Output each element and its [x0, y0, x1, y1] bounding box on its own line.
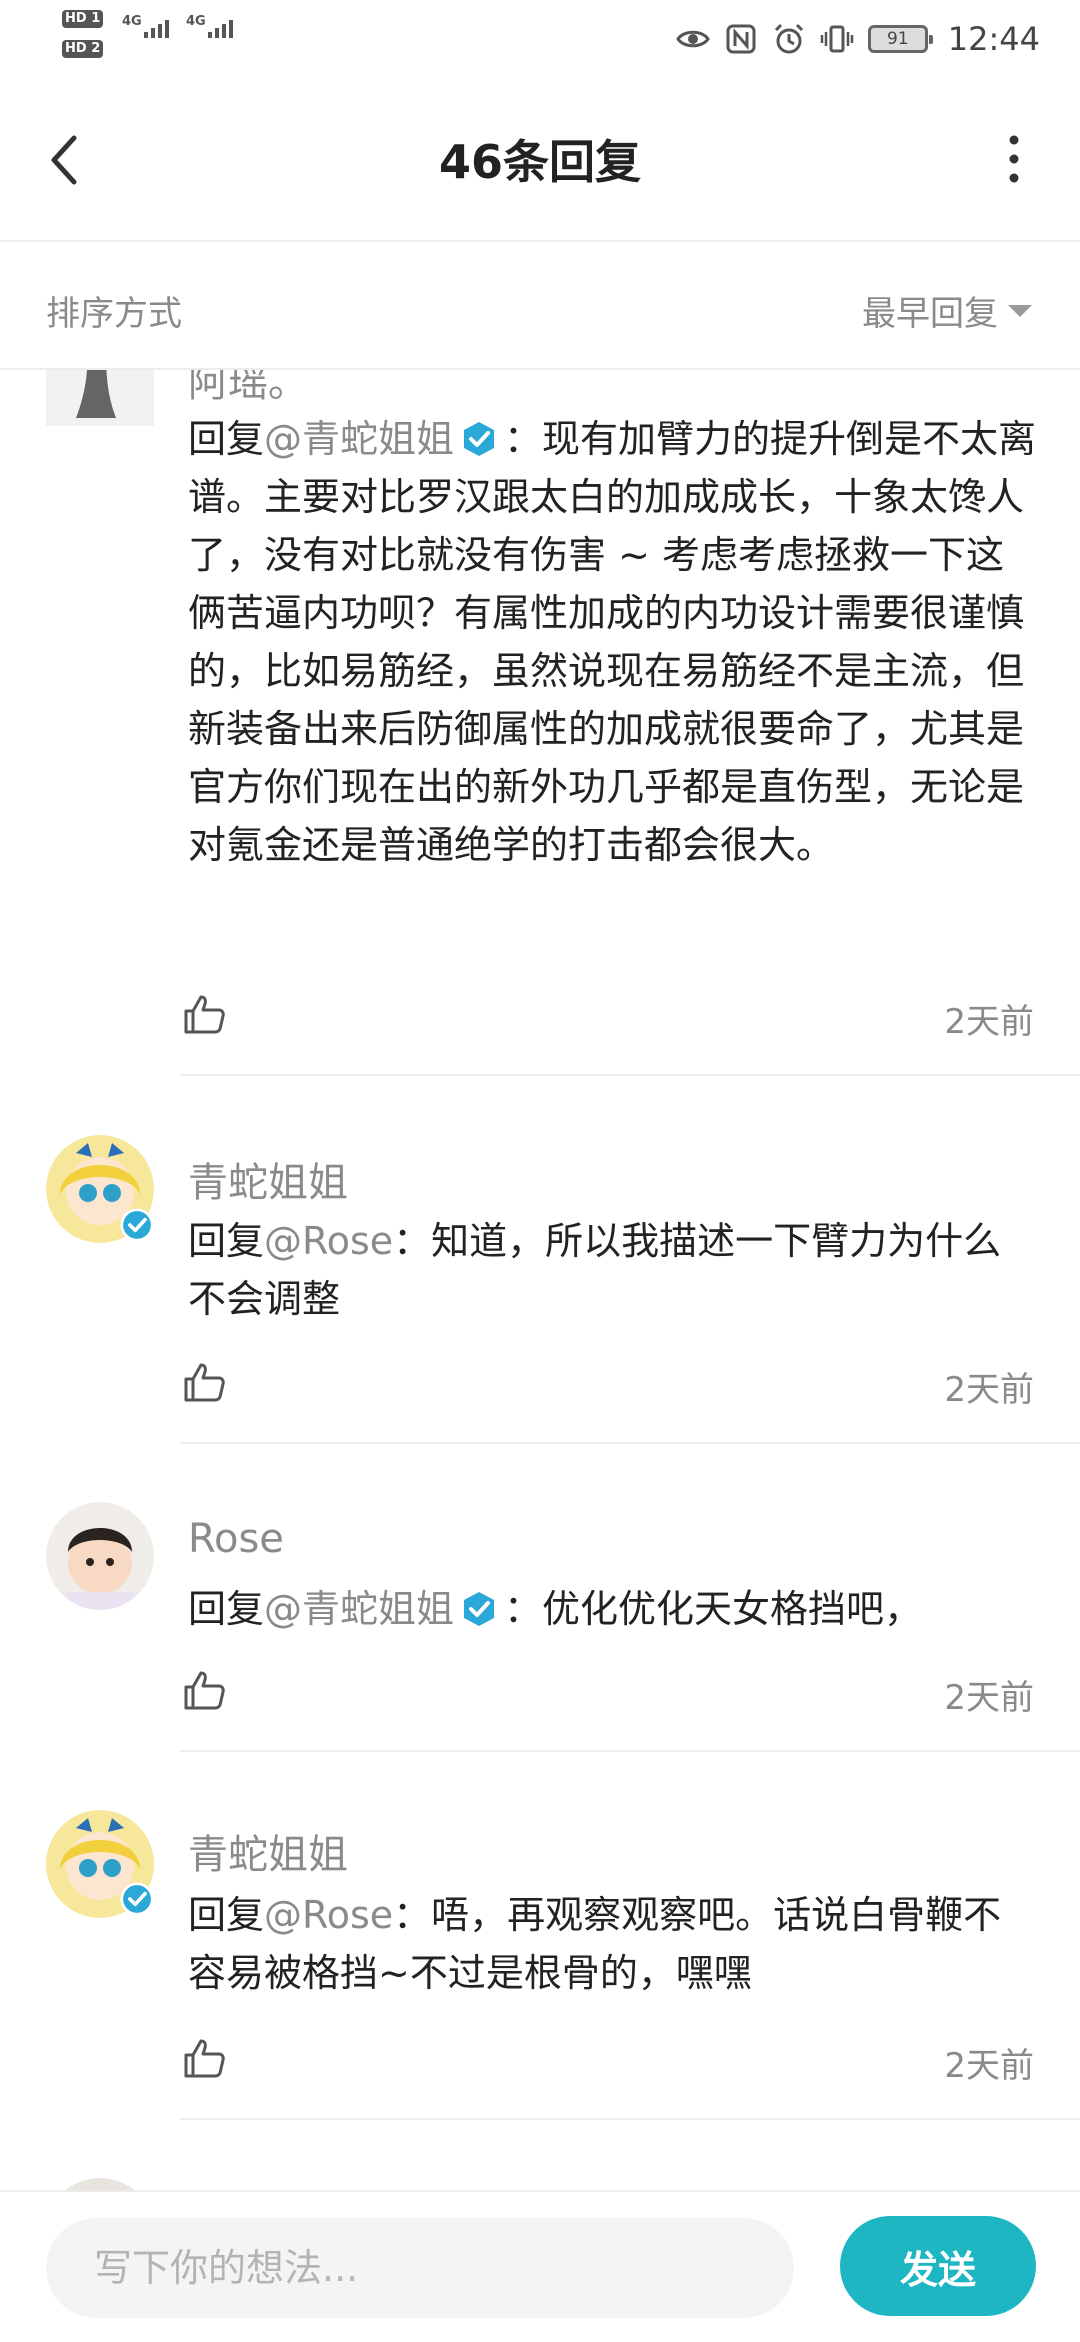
sim2-signal-icon	[208, 14, 233, 38]
sim2-badge: HD 2	[62, 40, 104, 58]
verified-badge-icon	[120, 1208, 154, 1242]
reply-prefix: 回复	[188, 1893, 265, 1937]
reply-body: ：优化优化天女格挡吧，	[504, 1587, 923, 1631]
mention-link[interactable]: @Rose	[264, 1893, 393, 1937]
thumbs-up-icon[interactable]	[182, 2036, 226, 2080]
sim1-badge: HD 1	[62, 10, 104, 28]
divider	[180, 1750, 1080, 1752]
username[interactable]: Rose	[188, 1516, 284, 1562]
eye-icon	[675, 30, 710, 48]
reply-time: 2天前	[944, 2046, 1034, 2086]
thumbs-up-icon[interactable]	[182, 1668, 226, 1712]
avatar-image	[46, 1502, 154, 1610]
battery-icon: 91	[867, 25, 933, 53]
reply-input[interactable]	[46, 2218, 794, 2318]
avatar[interactable]	[46, 1502, 154, 1610]
sim1-network: 4G	[122, 14, 142, 29]
status-bar: HD 1 HD 2 4G 4G 91 12:44	[0, 0, 1080, 80]
mention-link[interactable]: @青蛇姐姐	[264, 1587, 454, 1631]
page-title: 46条回复	[438, 135, 641, 189]
reply-text: 回复@Rose：唔，再观察观察吧。话说白骨鞭不容易被格挡~不过是根骨的，嘿嘿	[188, 1886, 1038, 2002]
mention-link[interactable]: @Rose	[264, 1219, 393, 1263]
avatar-image	[46, 370, 154, 426]
system-icons: 91 12:44	[675, 14, 1040, 64]
divider	[180, 1442, 1080, 1444]
thumbs-up-icon[interactable]	[182, 992, 226, 1036]
divider	[180, 2118, 1080, 2120]
username[interactable]: 阿瑶。	[188, 370, 308, 408]
verified-badge-icon	[464, 1592, 495, 1626]
composer-bar: 发送	[0, 2190, 1080, 2342]
nfc-icon	[726, 24, 756, 54]
reply-time: 2天前	[944, 1370, 1034, 1410]
app-header: 46条回复	[0, 80, 1080, 242]
avatar[interactable]	[46, 2178, 154, 2190]
sort-dropdown[interactable]: 最早回复	[862, 286, 1032, 335]
thumbs-up-icon[interactable]	[182, 1360, 226, 1404]
divider	[180, 1074, 1080, 1076]
send-button[interactable]: 发送	[840, 2216, 1036, 2316]
sort-selected: 最早回复	[862, 294, 998, 334]
mention-link[interactable]: @青蛇姐姐	[264, 417, 454, 461]
verified-badge-icon	[464, 422, 495, 456]
sort-bar: 排序方式 最早回复	[0, 242, 1080, 370]
caret-down-icon	[1008, 304, 1032, 317]
battery-level: 91	[886, 29, 909, 49]
reply-prefix: 回复	[188, 417, 265, 461]
reply-prefix: 回复	[188, 1587, 265, 1631]
reply-text: 回复@青蛇姐姐 ：优化优化天女格挡吧，	[188, 1580, 1038, 1638]
username[interactable]: 青蛇姐姐	[188, 1150, 348, 1208]
reply-text: 回复@青蛇姐姐 ：现有加臂力的提升倒是不太离谱。主要对比罗汉跟太白的加成成长，十象…	[188, 410, 1038, 874]
reply-time: 2天前	[944, 1002, 1034, 1042]
sim1-signal-icon	[144, 14, 169, 38]
sim2-network: 4G	[186, 14, 206, 29]
reply-time: 2天前	[944, 1678, 1034, 1718]
reply-list[interactable]: 阿瑶。 回复@青蛇姐姐 ：现有加臂力的提升倒是不太离谱。主要对比罗汉跟太白的加成成…	[0, 370, 1080, 2190]
vibrate-icon	[820, 25, 854, 53]
clock: 12:44	[947, 20, 1040, 58]
alarm-icon	[774, 23, 803, 54]
sort-label: 排序方式	[46, 294, 182, 334]
verified-badge-icon	[120, 1882, 154, 1916]
reply-text: 回复@Rose：知道，所以我描述一下臂力为什么不会调整	[188, 1212, 1038, 1328]
reply-item: 阿瑶。 回复@青蛇姐姐 ：现有加臂力的提升倒是不太离谱。主要对比罗汉跟太白的加成成…	[0, 370, 1080, 867]
username[interactable]: 青蛇姐姐	[188, 1822, 348, 1880]
reply-prefix: 回复	[188, 1219, 265, 1263]
signal-indicators: HD 1 HD 2 4G 4G	[62, 10, 242, 70]
reply-body: ：现有加臂力的提升倒是不太离谱。主要对比罗汉跟太白的加成成长，十象太馋人了，没有…	[188, 417, 1037, 867]
more-vertical-icon[interactable]	[1004, 132, 1024, 186]
avatar[interactable]	[46, 370, 154, 426]
